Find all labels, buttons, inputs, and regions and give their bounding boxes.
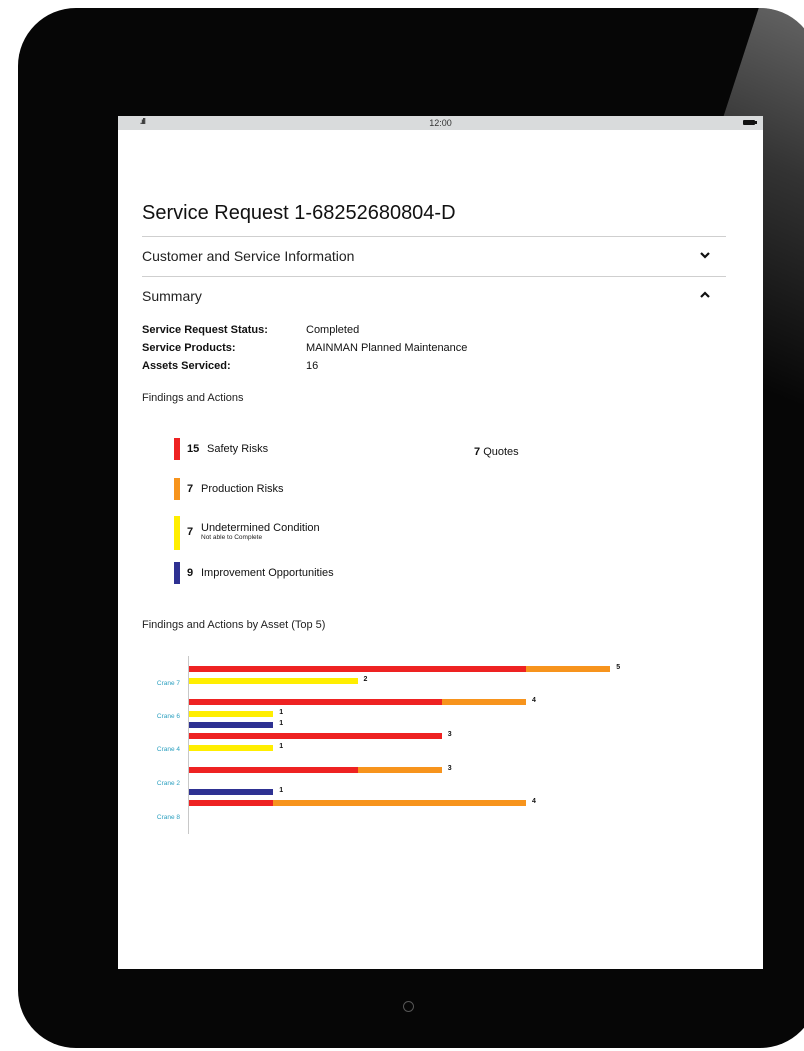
bar-value-label: 3 <box>447 765 452 772</box>
home-button[interactable] <box>403 1001 414 1012</box>
bar-value-label: 1 <box>279 787 284 794</box>
bar-segment-safety <box>189 699 442 705</box>
products-label: Service Products: <box>142 342 236 354</box>
bar-segment-production <box>441 699 527 705</box>
battery-icon <box>743 120 757 125</box>
finding-label: Production Risks <box>201 483 284 495</box>
quotes-summary: 7 Quotes <box>474 446 519 458</box>
findings-heading: Findings and Actions <box>142 392 244 404</box>
bar-value-label: 3 <box>447 731 452 738</box>
page-title: Service Request 1-68252680804-D <box>142 202 456 224</box>
category-label: Crane 4 <box>156 746 180 753</box>
assets-value: 16 <box>306 360 319 372</box>
bar-segment-improvement <box>189 789 274 795</box>
bar-value-label: 4 <box>532 697 536 704</box>
bar-segment-safety <box>189 800 274 806</box>
bar-value-label: 5 <box>616 664 621 671</box>
bar-segment-undetermined <box>189 711 274 717</box>
finding-count: 9 <box>187 567 194 579</box>
bar-segment-production <box>526 666 611 672</box>
section-summary[interactable]: Summary <box>142 288 726 304</box>
finding-color-bar <box>174 478 180 500</box>
finding-color-bar <box>174 438 180 460</box>
section-customer-info-label: Customer and Service Information <box>142 248 355 264</box>
section-customer-info[interactable]: Customer and Service Information <box>142 248 726 264</box>
divider <box>142 236 726 237</box>
chevron-up-icon[interactable] <box>698 288 712 302</box>
category-label: Crane 6 <box>156 713 180 720</box>
finding-count: 15 <box>187 443 200 455</box>
section-summary-label: Summary <box>142 288 202 304</box>
finding-color-bar <box>174 562 180 584</box>
bar-segment-safety <box>189 666 527 672</box>
status-bar: .ıll 12:00 <box>118 116 763 130</box>
category-label: Crane 8 <box>156 814 180 821</box>
bar-segment-undetermined <box>189 745 274 751</box>
bar-value-label: 1 <box>279 709 284 716</box>
bar-segment-production <box>357 767 442 773</box>
finding-color-bar <box>174 516 180 550</box>
category-label: Crane 7 <box>156 680 180 687</box>
chart-title: Findings and Actions by Asset (Top 5) <box>142 619 326 631</box>
bar-value-label: 1 <box>279 743 284 750</box>
status-time: 12:00 <box>429 118 452 128</box>
bar-value-label: 4 <box>532 798 536 805</box>
quotes-label: Quotes <box>483 446 519 458</box>
chevron-down-icon[interactable] <box>698 248 712 262</box>
products-value: MAINMAN Planned Maintenance <box>306 342 468 354</box>
finding-label: Safety Risks <box>207 443 269 455</box>
status-value: Completed <box>306 324 360 336</box>
bar-value-label: 2 <box>363 676 368 683</box>
status-label: Service Request Status: <box>142 324 268 336</box>
divider <box>142 276 726 277</box>
assets-label: Assets Serviced: <box>142 360 231 372</box>
bar-segment-undetermined <box>189 678 358 684</box>
bar-segment-safety <box>189 733 442 739</box>
bar-segment-production <box>273 800 527 806</box>
tablet-frame: .ıll 12:00 Service Request 1-68252680804… <box>18 8 804 1048</box>
finding-label: Improvement Opportunities <box>201 567 334 579</box>
category-label: Crane 2 <box>156 780 180 787</box>
bar-segment-improvement <box>189 722 274 728</box>
finding-count: 7 <box>187 526 194 538</box>
finding-label: Undetermined Condition <box>201 522 320 534</box>
app-screen: .ıll 12:00 Service Request 1-68252680804… <box>118 116 763 969</box>
bar-value-label: 1 <box>279 720 284 727</box>
finding-count: 7 <box>187 483 194 495</box>
finding-sublabel: Not able to Complete <box>201 534 263 541</box>
quotes-count: 7 <box>474 446 481 458</box>
bar-segment-safety <box>189 767 358 773</box>
findings-by-asset-chart: Crane 7 Crane 6 Crane 4 Crane 2 Crane 8 5 2 4 1 1… <box>128 656 648 836</box>
